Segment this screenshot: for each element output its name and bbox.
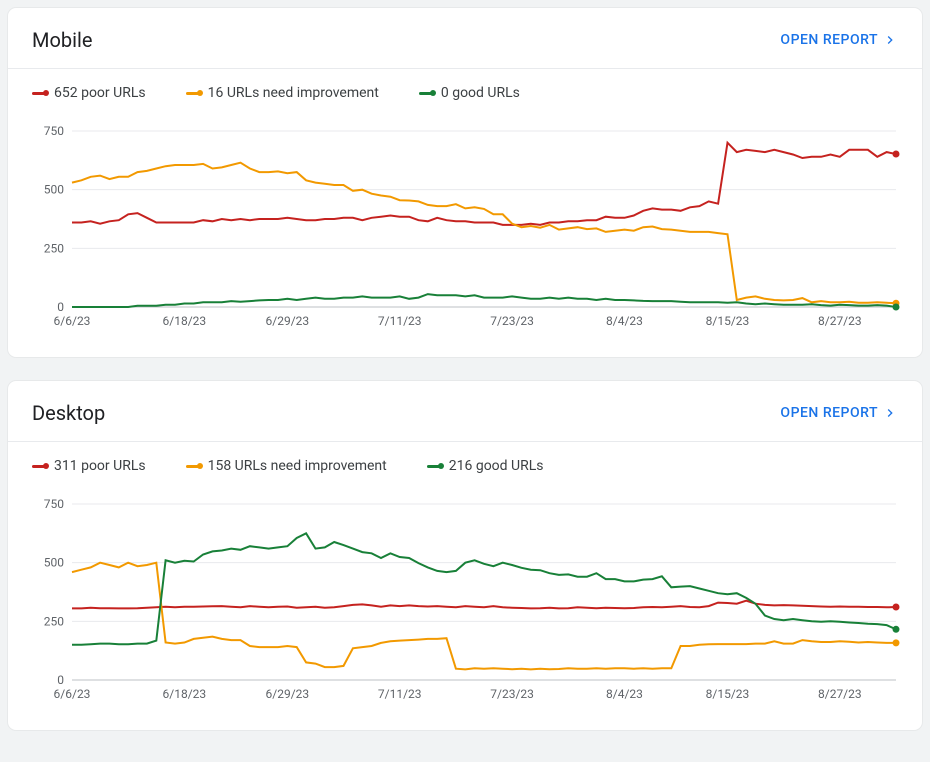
x-tick-label: 6/29/23 <box>266 687 310 701</box>
legend-good: 216 good URLs <box>427 458 544 474</box>
x-tick-label: 8/15/23 <box>706 314 750 328</box>
legend-poor: 311 poor URLs <box>32 458 146 474</box>
card-header: Desktop OPEN REPORT <box>8 381 922 441</box>
series-good <box>72 533 896 645</box>
legend-need-improvement: 16 URLs need improvement <box>186 85 379 101</box>
y-tick-label: 750 <box>44 497 64 511</box>
legend-swatch <box>32 465 46 468</box>
card-desktop: Desktop OPEN REPORT 311 poor URLs 158 UR… <box>8 381 922 730</box>
x-tick-label: 6/6/23 <box>54 314 91 328</box>
x-tick-label: 8/4/23 <box>606 314 643 328</box>
legend-swatch <box>427 465 441 468</box>
x-tick-label: 8/27/23 <box>818 687 862 701</box>
x-tick-label: 6/29/23 <box>266 314 310 328</box>
series-endpoint-good <box>893 626 900 633</box>
chart-legend: 652 poor URLs 16 URLs need improvement 0… <box>8 69 922 115</box>
legend-label: 652 poor URLs <box>54 85 146 101</box>
legend-swatch <box>32 92 46 95</box>
series-poor <box>72 601 896 609</box>
chart-area: 0 250 500 750 6/6/23 6/18/23 6/29/23 7/11/23 7/2… <box>8 115 922 357</box>
series-endpoint-need_improvement <box>893 639 900 646</box>
legend-swatch <box>186 465 200 468</box>
x-tick-label: 8/27/23 <box>818 314 862 328</box>
chevron-right-icon <box>882 32 898 48</box>
chart-svg: 0 250 500 750 6/6/23 6/18/23 6/29/23 7/11/23 7/2… <box>32 123 916 333</box>
series-endpoint-poor <box>893 151 900 158</box>
x-tick-label: 7/23/23 <box>490 687 534 701</box>
legend-label: 216 good URLs <box>449 458 544 474</box>
x-tick-label: 7/11/23 <box>378 687 422 701</box>
series-need_improvement <box>72 563 896 670</box>
series-need_improvement <box>72 163 896 304</box>
card-title: Desktop <box>32 401 105 425</box>
open-report-link[interactable]: OPEN REPORT <box>780 32 898 48</box>
legend-label: 311 poor URLs <box>54 458 146 474</box>
x-tick-label: 7/23/23 <box>490 314 534 328</box>
chevron-right-icon <box>882 405 898 421</box>
y-tick-label: 500 <box>44 183 64 197</box>
y-tick-label: 0 <box>57 673 64 687</box>
y-tick-label: 750 <box>44 124 64 138</box>
series-endpoint-good <box>893 304 900 311</box>
legend-swatch <box>419 92 433 95</box>
series-poor <box>72 143 896 225</box>
chart-area: 0 250 500 750 6/6/23 6/18/23 6/29/23 7/11/23 7/2… <box>8 488 922 730</box>
y-tick-label: 250 <box>44 614 64 628</box>
legend-label: 0 good URLs <box>441 85 520 101</box>
y-tick-label: 250 <box>44 241 64 255</box>
y-tick-label: 0 <box>57 300 64 314</box>
x-tick-label: 6/18/23 <box>163 687 207 701</box>
chart-legend: 311 poor URLs 158 URLs need improvement … <box>8 442 922 488</box>
card-title: Mobile <box>32 28 92 52</box>
legend-need-improvement: 158 URLs need improvement <box>186 458 387 474</box>
legend-good: 0 good URLs <box>419 85 520 101</box>
x-tick-label: 7/11/23 <box>378 314 422 328</box>
y-tick-label: 500 <box>44 556 64 570</box>
open-report-link[interactable]: OPEN REPORT <box>780 405 898 421</box>
legend-poor: 652 poor URLs <box>32 85 146 101</box>
legend-swatch <box>186 92 200 95</box>
open-report-label: OPEN REPORT <box>780 32 878 48</box>
legend-label: 158 URLs need improvement <box>208 458 387 474</box>
x-tick-label: 8/15/23 <box>706 687 750 701</box>
x-tick-label: 6/6/23 <box>54 687 91 701</box>
card-header: Mobile OPEN REPORT <box>8 8 922 68</box>
x-tick-label: 8/4/23 <box>606 687 643 701</box>
chart-svg: 0 250 500 750 6/6/23 6/18/23 6/29/23 7/11/23 7/2… <box>32 496 916 706</box>
card-mobile: Mobile OPEN REPORT 652 poor URLs 16 URLs… <box>8 8 922 357</box>
open-report-label: OPEN REPORT <box>780 405 878 421</box>
series-endpoint-poor <box>893 604 900 611</box>
x-tick-label: 6/18/23 <box>163 314 207 328</box>
legend-label: 16 URLs need improvement <box>208 85 379 101</box>
